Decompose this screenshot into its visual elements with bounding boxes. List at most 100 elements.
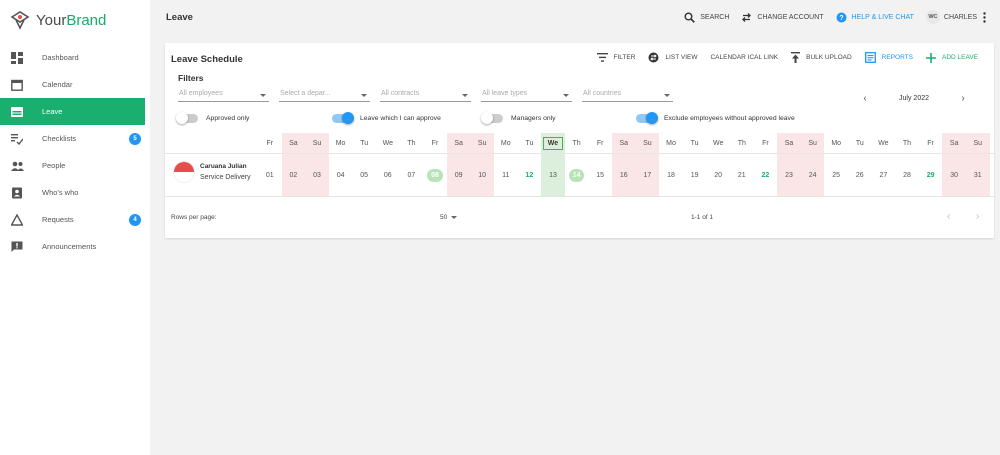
brand-name: YourBrand <box>36 11 107 29</box>
date-cell[interactable]: 11 <box>494 154 518 196</box>
weekday-label: Mo <box>335 139 346 147</box>
date-cell[interactable]: 19 <box>683 154 707 196</box>
leave-types-select[interactable]: All leave types <box>481 88 572 102</box>
date-cell[interactable]: 14 <box>565 154 589 196</box>
date-cell[interactable]: 31 <box>966 154 990 196</box>
table-row[interactable]: Caruana Julian Service Delivery 01 02 03 04… <box>165 154 994 197</box>
date-cell[interactable]: 01 <box>258 154 282 196</box>
sidebar-item-calendar[interactable]: Calendar <box>0 71 150 98</box>
approved-only-toggle[interactable]: Approved only <box>176 112 249 124</box>
date-label: 03 <box>313 171 321 179</box>
date-cell[interactable]: 12 <box>518 154 542 196</box>
weekday-cell: Tu <box>518 133 542 153</box>
change-account-button[interactable]: CHANGE ACCOUNT <box>741 12 824 23</box>
more-vertical-icon[interactable] <box>983 11 986 23</box>
sidebar-item-requests[interactable]: Requests 4 <box>0 206 150 233</box>
help-live-chat-button[interactable]: ? HELP & LIVE CHAT <box>836 12 914 23</box>
weekday-cell: Fr <box>754 133 778 153</box>
next-month-chevron-icon[interactable]: › <box>956 93 970 104</box>
date-cell[interactable]: 30 <box>942 154 966 196</box>
previous-page-chevron-icon[interactable]: ‹ <box>947 211 950 222</box>
date-cell[interactable]: 02 <box>281 154 306 196</box>
search-button[interactable]: SEARCH <box>684 12 729 23</box>
countries-select[interactable]: All countries <box>582 88 673 102</box>
sidebar-item-checklists[interactable]: Checklists 5 <box>0 125 150 152</box>
brand[interactable]: YourBrand <box>0 0 150 40</box>
weekday-label: Fr <box>596 139 604 147</box>
next-page-chevron-icon[interactable]: › <box>976 211 979 222</box>
filter-button[interactable]: FILTER <box>596 53 635 62</box>
toggle-switch[interactable] <box>481 112 503 124</box>
date-cell[interactable]: 07 <box>400 154 424 196</box>
date-cell[interactable]: 16 <box>612 154 636 196</box>
sidebar-item-people[interactable]: People <box>0 152 150 179</box>
calendar-icon <box>10 78 24 92</box>
date-label: 02 <box>289 171 298 179</box>
table-footer: Rows per page: 50 1-1 of 1 ‹ › <box>165 209 994 229</box>
date-label: 22 <box>761 171 770 179</box>
sidebar-item-label: Dashboard <box>42 53 79 62</box>
employee-cell[interactable]: Caruana Julian Service Delivery <box>174 162 251 182</box>
date-label: 09 <box>454 171 463 179</box>
sidebar-item-label: Requests <box>42 215 74 224</box>
leave-i-can-approve-toggle[interactable]: Leave which I can approve <box>332 112 441 124</box>
sidebar-item-announcements[interactable]: Announcements <box>0 233 150 260</box>
toggle-switch[interactable] <box>636 112 658 124</box>
date-cell[interactable]: 26 <box>848 154 872 196</box>
date-cell[interactable]: 08 <box>423 154 447 196</box>
weekday-label: Sa <box>784 139 794 147</box>
employee-department: Service Delivery <box>200 174 251 181</box>
contracts-select[interactable]: All contracts <box>380 88 471 102</box>
date-cell[interactable]: 28 <box>895 154 919 196</box>
plus-icon <box>925 52 936 63</box>
exclude-employees-toggle[interactable]: Exclude employees without approved leave <box>636 112 795 124</box>
date-cell[interactable]: 24 <box>800 154 825 196</box>
swap-icon <box>742 12 752 22</box>
date-cell[interactable]: 18 <box>659 154 683 196</box>
toggle-switch[interactable] <box>176 112 198 124</box>
contact-badge-icon <box>10 186 24 200</box>
previous-month-chevron-icon[interactable]: ‹ <box>858 93 872 104</box>
date-cell[interactable]: 10 <box>470 154 494 196</box>
user-menu[interactable]: WC CHARLES <box>925 10 986 24</box>
date-label: 25 <box>832 171 841 179</box>
sidebar-item-dashboard[interactable]: Dashboard <box>0 44 150 71</box>
sidebar-item-leave[interactable]: Leave <box>0 98 145 125</box>
employees-select[interactable]: All employees <box>178 88 269 102</box>
toggle-switch[interactable] <box>332 112 354 124</box>
weekday-cell: Th <box>895 133 919 153</box>
date-cell[interactable]: 09 <box>446 154 471 196</box>
date-cell[interactable]: 17 <box>635 154 660 196</box>
rows-per-page-select[interactable]: 50 <box>440 214 458 221</box>
weekday-label: Tu <box>525 139 534 147</box>
date-label: 29 <box>926 171 935 179</box>
date-cell[interactable]: 06 <box>376 154 400 196</box>
date-cell[interactable]: 27 <box>872 154 896 196</box>
bulk-upload-button[interactable]: BULK UPLOAD <box>791 52 852 63</box>
date-cell[interactable]: 13 <box>541 154 565 196</box>
date-cell[interactable]: 05 <box>352 154 376 196</box>
help-icon: ? <box>836 12 847 22</box>
add-leave-button[interactable]: ADD LEAVE <box>925 52 978 63</box>
weekday-cell: Fr <box>423 133 447 153</box>
date-cell[interactable]: 29 <box>919 154 943 196</box>
date-cell[interactable]: 23 <box>777 154 801 196</box>
chevron-down-icon <box>462 94 468 97</box>
chevron-down-icon <box>260 94 266 97</box>
date-cell[interactable]: 22 <box>754 154 778 196</box>
date-label: 10 <box>478 171 487 179</box>
date-cell[interactable]: 03 <box>305 154 329 196</box>
date-cell[interactable]: 15 <box>588 154 612 196</box>
weekday-cell: Tu <box>683 133 707 153</box>
date-cell[interactable]: 25 <box>824 154 848 196</box>
department-select[interactable]: Select a depar... <box>279 88 370 102</box>
calendar-ical-link-button[interactable]: CALENDAR ICAL LINK <box>710 54 778 61</box>
date-cell[interactable]: 04 <box>329 154 353 196</box>
list-view-button[interactable]: LIST VIEW <box>648 52 697 63</box>
upload-icon <box>791 52 801 63</box>
date-cell[interactable]: 21 <box>730 154 754 196</box>
managers-only-toggle[interactable]: Managers only <box>481 112 556 124</box>
date-cell[interactable]: 20 <box>706 154 730 196</box>
reports-button[interactable]: REPORTS <box>864 52 913 63</box>
sidebar-item-whos-who[interactable]: Who's who <box>0 179 150 206</box>
